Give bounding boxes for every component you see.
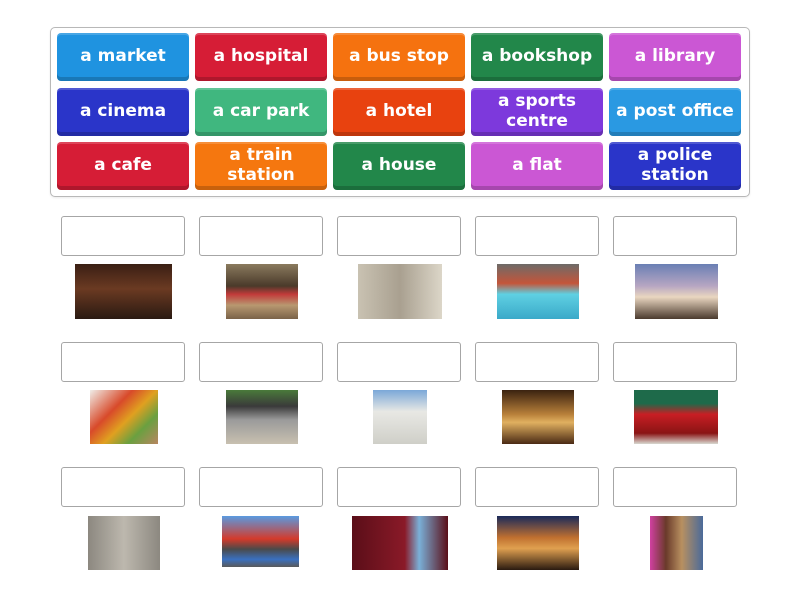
house-photo — [635, 264, 718, 319]
word-tile-market[interactable]: a market — [57, 33, 189, 81]
bookshop-photo — [650, 516, 703, 570]
drop-target[interactable] — [613, 342, 737, 382]
word-tile-cinema[interactable]: a cinema — [57, 88, 189, 136]
library-photo — [502, 390, 574, 444]
word-tile-label: a flat — [512, 155, 562, 175]
drop-target[interactable] — [475, 342, 599, 382]
police-station-photo — [358, 264, 442, 319]
word-tile-library[interactable]: a library — [609, 33, 741, 81]
word-tile-label: a house — [361, 155, 437, 175]
word-tile-bus-stop[interactable]: a bus stop — [333, 33, 465, 81]
word-tile-label: a hospital — [213, 46, 309, 66]
word-tile-flat[interactable]: a flat — [471, 142, 603, 190]
sports-centre-photo — [497, 264, 579, 319]
word-tile-label: a sports centre — [498, 91, 576, 131]
cafe-photo — [75, 264, 172, 319]
drop-target[interactable] — [475, 216, 599, 256]
word-tile-house[interactable]: a house — [333, 142, 465, 190]
word-tile-hotel[interactable]: a hotel — [333, 88, 465, 136]
word-tile-label: a train station — [227, 145, 295, 185]
word-tile-label: a library — [634, 46, 716, 66]
word-tile-train-station[interactable]: a train station — [195, 142, 327, 190]
drop-target[interactable] — [61, 467, 185, 507]
market-photo — [90, 390, 158, 444]
drop-target[interactable] — [613, 216, 737, 256]
word-tile-label: a market — [80, 46, 166, 66]
hospital-photo — [373, 390, 427, 444]
word-tile-car-park[interactable]: a car park — [195, 88, 327, 136]
word-tile-label: a car park — [212, 101, 310, 121]
bus-stop-photo — [226, 390, 298, 444]
post-office-photo — [634, 390, 718, 444]
word-tile-sports-centre[interactable]: a sports centre — [471, 88, 603, 136]
word-tile-label: a post office — [616, 101, 734, 121]
hotel-photo — [497, 516, 579, 570]
cinema-photo — [352, 516, 448, 570]
word-tile-police-station[interactable]: a police station — [609, 142, 741, 190]
word-tile-cafe[interactable]: a cafe — [57, 142, 189, 190]
word-tile-label: a cinema — [79, 101, 167, 121]
drop-target[interactable] — [199, 342, 323, 382]
word-bank: a market a hospital a bus stop a bookshop a … — [50, 27, 750, 197]
word-tile-label: a bookshop — [481, 46, 593, 66]
flat-photo — [88, 516, 160, 570]
drop-target[interactable] — [475, 467, 599, 507]
drop-target[interactable] — [337, 342, 461, 382]
drop-target[interactable] — [337, 467, 461, 507]
drop-target[interactable] — [199, 467, 323, 507]
word-tile-bookshop[interactable]: a bookshop — [471, 33, 603, 81]
train-station-photo — [226, 264, 298, 319]
word-tile-hospital[interactable]: a hospital — [195, 33, 327, 81]
word-tile-label: a hotel — [365, 101, 433, 121]
word-tile-label: a police station — [637, 145, 713, 185]
car-park-photo — [222, 516, 299, 567]
drop-target[interactable] — [337, 216, 461, 256]
drop-target[interactable] — [61, 342, 185, 382]
drop-target[interactable] — [61, 216, 185, 256]
drop-target[interactable] — [199, 216, 323, 256]
word-tile-label: a bus stop — [349, 46, 449, 66]
drop-target[interactable] — [613, 467, 737, 507]
word-tile-label: a cafe — [94, 155, 152, 175]
word-tile-post-office[interactable]: a post office — [609, 88, 741, 136]
